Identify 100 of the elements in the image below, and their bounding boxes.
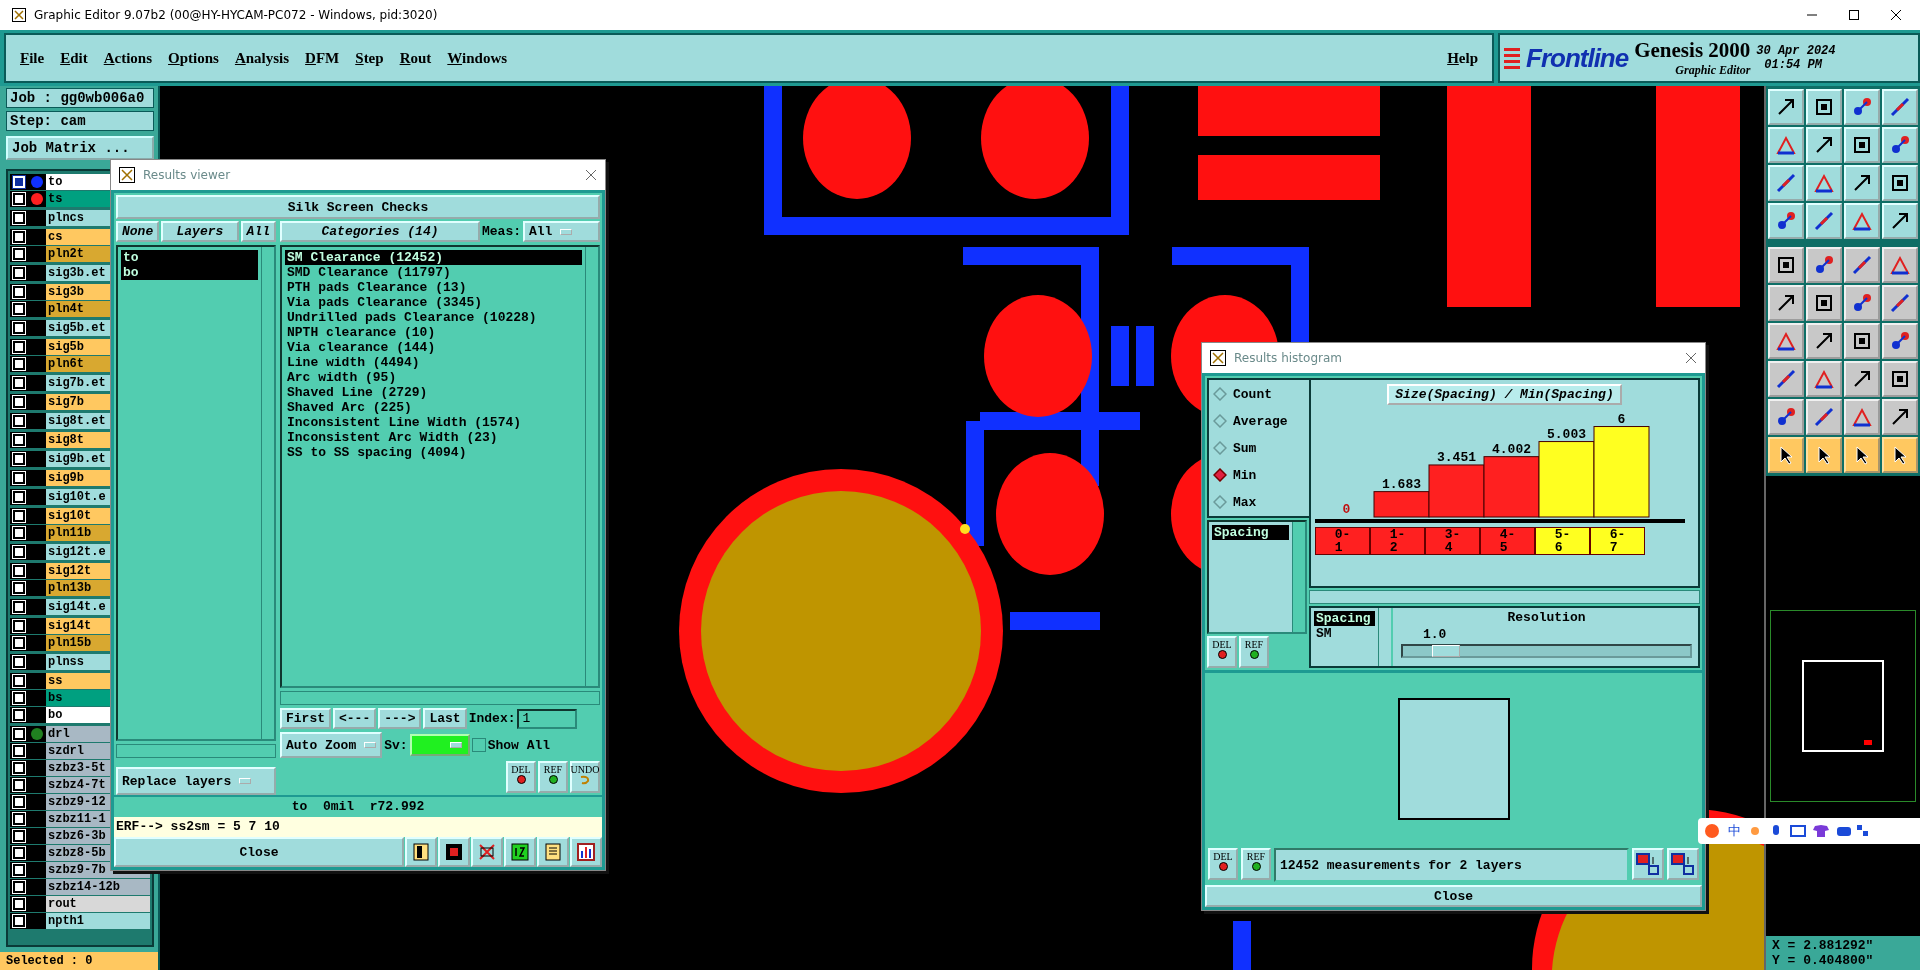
ime-mode-label[interactable]: 中 [1728, 822, 1741, 840]
action-button[interactable]: DEL [506, 761, 536, 793]
list-item[interactable]: Undrilled pads Clearance (10228) [285, 310, 582, 325]
layer-checkbox[interactable] [13, 434, 25, 446]
toolbar-button[interactable] [1844, 285, 1880, 321]
scrollbar[interactable] [1292, 522, 1305, 632]
tool-button[interactable] [1667, 848, 1699, 880]
layer-checkbox[interactable] [13, 472, 25, 484]
action-button[interactable]: REF [1241, 848, 1271, 880]
layer-checkbox[interactable] [13, 248, 25, 260]
radio-label[interactable]: Count [1233, 386, 1272, 402]
toolbar-button[interactable] [1882, 361, 1918, 397]
tool-button[interactable] [570, 837, 602, 867]
layer-checkbox[interactable] [13, 303, 25, 315]
sv-color-dropdown[interactable] [409, 734, 470, 756]
layer-checkbox[interactable] [13, 396, 25, 408]
action-button[interactable]: REF [538, 761, 568, 793]
layer-checkbox[interactable] [13, 341, 25, 353]
close-button[interactable]: Close [1205, 885, 1702, 907]
toolbar-button[interactable] [1806, 247, 1842, 283]
layer-checkbox[interactable] [13, 675, 25, 687]
layer-checkbox[interactable] [13, 847, 25, 859]
layer-checkbox[interactable] [13, 796, 25, 808]
list-item[interactable]: Spacing [1212, 525, 1289, 540]
radio-button[interactable] [1213, 495, 1227, 509]
list-item[interactable]: Arc width (95) [285, 370, 582, 385]
toolbar-button[interactable] [1806, 437, 1842, 473]
layer-filter-button[interactable]: None [116, 221, 160, 242]
list-item[interactable]: Inconsistent Line Width (1574) [285, 415, 582, 430]
layer-checkbox[interactable] [13, 915, 25, 927]
layer-checkbox[interactable] [13, 286, 25, 298]
nav-button[interactable]: First [280, 708, 331, 729]
menu-item[interactable]: Edit [60, 49, 88, 67]
layer-checkbox[interactable] [13, 813, 25, 825]
toolbar-button[interactable] [1768, 323, 1804, 359]
ime-tools-icon[interactable] [1749, 823, 1869, 839]
list-item[interactable]: Shaved Arc (225) [285, 400, 582, 415]
menu-item[interactable]: Windows [447, 49, 508, 67]
layer-checkbox[interactable] [13, 193, 25, 205]
tool-button[interactable] [471, 837, 503, 867]
layer-filter-button[interactable]: All [240, 221, 276, 242]
action-button[interactable]: DEL [1208, 848, 1238, 880]
nav-button[interactable]: Last [423, 708, 467, 729]
radio-button[interactable] [1213, 414, 1227, 428]
replace-layers-dropdown[interactable]: Replace layers [116, 767, 276, 795]
list-item[interactable]: Line width (4494) [285, 355, 582, 370]
close-button[interactable]: Close [114, 837, 404, 867]
toolbar-button[interactable] [1844, 437, 1880, 473]
toolbar-button[interactable] [1882, 437, 1918, 473]
toolbar-button[interactable] [1844, 361, 1880, 397]
layer-checkbox[interactable] [13, 881, 25, 893]
layer-checkbox[interactable] [13, 527, 25, 539]
toolbar-button[interactable] [1768, 361, 1804, 397]
layer-checkbox[interactable] [13, 453, 25, 465]
toolbar-button[interactable] [1806, 399, 1842, 435]
auto-zoom-dropdown[interactable]: Auto Zoom [280, 732, 383, 758]
help-menu[interactable]: Help [1447, 49, 1478, 67]
layer-checkbox[interactable] [13, 377, 25, 389]
menu-item[interactable]: Options [168, 49, 219, 67]
scrollbar[interactable] [1309, 590, 1700, 604]
toolbar-button[interactable] [1768, 399, 1804, 435]
layer-checkbox[interactable] [13, 582, 25, 594]
toolbar-button[interactable] [1844, 399, 1880, 435]
layer-checkbox[interactable] [13, 565, 25, 577]
layer-checkbox[interactable] [13, 830, 25, 842]
index-field[interactable]: 1 [517, 708, 578, 729]
toolbar-button[interactable] [1768, 285, 1804, 321]
layer-filter-button[interactable]: Layers [161, 221, 239, 242]
toolbar-button[interactable] [1806, 361, 1842, 397]
scrollbar[interactable] [116, 744, 276, 758]
toolbar-button[interactable] [1882, 399, 1918, 435]
layer-checkbox[interactable] [13, 491, 25, 503]
list-item[interactable]: Via clearance (144) [285, 340, 582, 355]
nav-button[interactable]: <--- [333, 708, 377, 729]
menu-item[interactable]: Analysis [234, 49, 290, 67]
undo-button[interactable]: UNDO [570, 761, 600, 793]
nav-button[interactable]: ---> [378, 708, 422, 729]
radio-button[interactable] [1213, 441, 1227, 455]
layer-checkbox[interactable] [13, 510, 25, 522]
list-item[interactable]: SMD Clearance (11797) [285, 265, 582, 280]
toolbar-button[interactable] [1844, 247, 1880, 283]
list-item[interactable]: Spacing [1314, 611, 1375, 626]
radio-label[interactable]: Min [1233, 467, 1257, 483]
meas-dropdown[interactable]: All [523, 221, 600, 242]
toolbar-button[interactable] [1882, 247, 1918, 283]
radio-label[interactable]: Sum [1233, 440, 1257, 456]
tool-button[interactable] [438, 837, 470, 867]
radio-button[interactable] [1213, 387, 1227, 401]
categories-button[interactable]: Categories (14) [280, 221, 480, 242]
show-all-checkbox[interactable] [471, 738, 486, 752]
layer-checkbox[interactable] [13, 267, 25, 279]
layer-checkbox[interactable] [13, 779, 25, 791]
layer-checkbox[interactable] [13, 762, 25, 774]
list-item[interactable]: SS to SS spacing (4094) [285, 445, 582, 460]
tool-button[interactable] [405, 837, 437, 867]
toolbar-button[interactable] [1882, 323, 1918, 359]
toolbar-button[interactable] [1882, 285, 1918, 321]
layer-checkbox[interactable] [13, 728, 25, 740]
list-item[interactable]: to [121, 250, 258, 265]
layer-checkbox[interactable] [13, 656, 25, 668]
